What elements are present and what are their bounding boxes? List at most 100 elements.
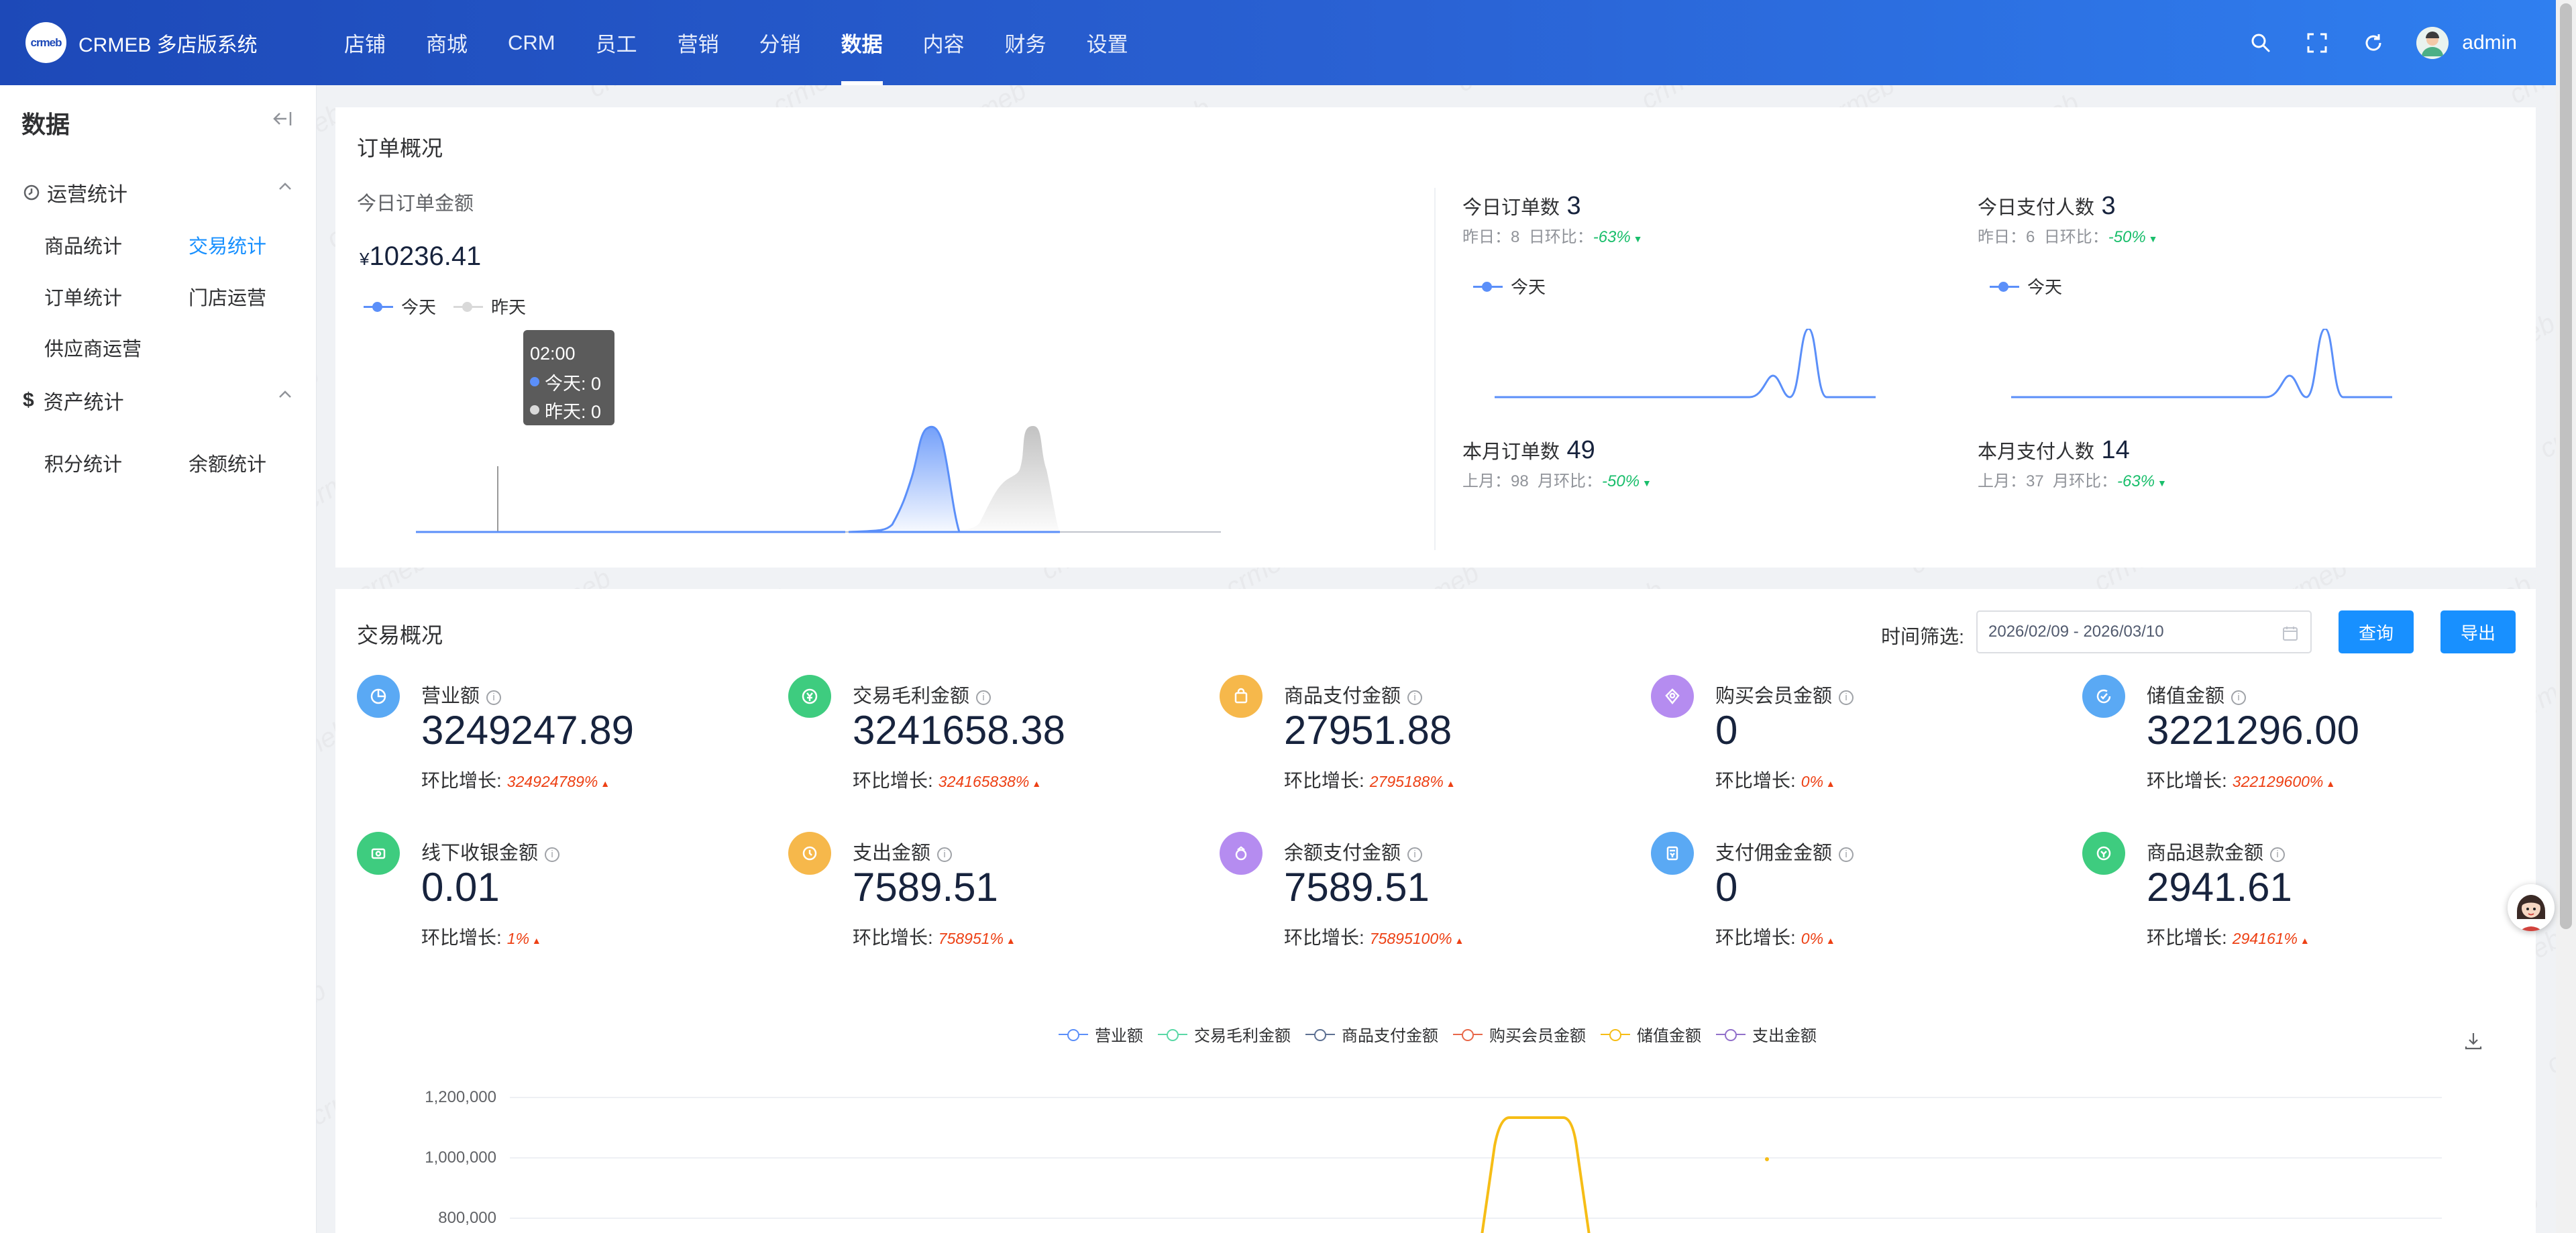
legend-today[interactable]: 今天: [364, 294, 436, 319]
tooltip-time: 02:00: [530, 343, 576, 364]
nav-settings[interactable]: 设置: [1067, 0, 1148, 85]
nav-marketing[interactable]: 营销: [657, 0, 739, 85]
chevron-up-icon: [279, 182, 291, 190]
stat-value: 0.01: [421, 865, 500, 910]
legend-stored-value[interactable]: 储值金额: [1601, 1022, 1701, 1046]
stat-value: 27951.88: [1284, 708, 1452, 753]
calendar-icon: [2283, 627, 2298, 641]
stat-growth: 环比增长: 75895100% ▲: [1284, 927, 1464, 948]
today-order-amount-value: 10236.41: [369, 242, 482, 271]
section-divider: [1434, 188, 1436, 550]
nav-content[interactable]: 内容: [903, 0, 985, 85]
stat-growth: 环比增长: 0% ▲: [1715, 927, 1835, 948]
nav-finance[interactable]: 财务: [985, 0, 1067, 85]
info-icon[interactable]: i: [1839, 847, 1854, 862]
stat-label: 商品退款金额: [2147, 843, 2264, 864]
info-icon[interactable]: i: [545, 847, 560, 862]
stat-label: 交易毛利金额: [853, 686, 970, 707]
pie-chart-icon: [357, 675, 400, 718]
sidebar-item-balance-stats[interactable]: 余额统计: [189, 449, 266, 477]
month-payers-compare: 上月：37 月环比：-63% ▼: [1978, 472, 2167, 490]
stat-label: 营业额: [421, 686, 480, 707]
stat-value: 0: [1715, 708, 1738, 753]
brand-logo[interactable]: crmeb CRMEB 多店版系统: [25, 22, 324, 63]
stat-value: 3249247.89: [421, 708, 634, 753]
page-scrollbar-track[interactable]: [2556, 0, 2576, 1233]
info-icon[interactable]: i: [2231, 690, 2247, 705]
today-payers-stat: 今日支付人数 3 昨日：6 日环比：-50% ▼: [1978, 192, 2157, 247]
today-payers-sparkline[interactable]: [2011, 329, 2394, 403]
sidebar-group-operations[interactable]: 运营统计: [23, 178, 291, 207]
legend-product-payment[interactable]: 商品支付金额: [1305, 1022, 1438, 1046]
sidebar-group-label: 运营统计: [47, 184, 127, 206]
clock-icon: [23, 184, 40, 201]
legend-membership[interactable]: 购买会员金额: [1453, 1022, 1586, 1046]
month-orders-value: 49: [1566, 436, 1595, 464]
customer-service-avatar[interactable]: [2508, 884, 2555, 931]
month-orders-label: 本月订单数: [1462, 441, 1560, 463]
today-orders-legend[interactable]: 今天: [1473, 274, 1546, 299]
sidebar: 数据 运营统计 商品统计 交易统计 订单统计 门店运营 供应商运营 $ 资产统计…: [0, 85, 317, 1233]
user-menu[interactable]: admin: [2416, 26, 2517, 59]
today-payers-compare: 昨日：6 日环比：-50% ▼: [1978, 228, 2158, 246]
info-icon[interactable]: i: [1839, 690, 1854, 705]
sidebar-item-trade-stats[interactable]: 交易统计: [189, 231, 266, 259]
refresh-icon[interactable]: [2360, 30, 2387, 56]
money-icon: [788, 675, 831, 718]
info-icon[interactable]: i: [976, 690, 991, 705]
fullscreen-icon[interactable]: [2304, 30, 2330, 56]
today-orders-sparkline[interactable]: [1495, 329, 1877, 403]
expense-icon: [788, 832, 831, 875]
today-area: [848, 425, 961, 533]
top-header: crmeb CRMEB 多店版系统 店铺 商城 CRM 员工 营销 分销 数据 …: [0, 0, 2556, 85]
sidebar-item-supplier-ops[interactable]: 供应商运营: [44, 333, 142, 362]
sidebar-item-product-stats[interactable]: 商品统计: [44, 231, 122, 259]
sidebar-item-points-stats[interactable]: 积分统计: [44, 449, 122, 477]
stat-value: 7589.51: [1284, 865, 1430, 910]
y-tick-1000000: 1,000,000: [425, 1148, 496, 1167]
info-icon[interactable]: i: [1407, 847, 1423, 862]
nav-distribution[interactable]: 分销: [739, 0, 821, 85]
query-button[interactable]: 查询: [2339, 610, 2414, 653]
today-order-amount-label: 今日订单金额: [357, 193, 474, 215]
stat-label: 支出金额: [853, 843, 931, 864]
page-scrollbar-thumb[interactable]: [2560, 3, 2572, 929]
collapse-sidebar-icon[interactable]: [273, 111, 292, 130]
trade-overview-card: 交易概况 时间筛选: 2026/02/09 - 2026/03/10 查询 导出…: [335, 589, 2536, 1233]
stat-growth: 环比增长: 324924789% ▲: [421, 770, 610, 791]
today-payers-label: 今日支付人数: [1978, 197, 2095, 219]
nav-shop[interactable]: 店铺: [324, 0, 406, 85]
legend-yesterday[interactable]: 昨天: [453, 294, 526, 319]
search-icon[interactable]: [2247, 30, 2274, 56]
legend-gross-profit[interactable]: 交易毛利金额: [1158, 1022, 1291, 1046]
today-payers-legend[interactable]: 今天: [1990, 274, 2062, 299]
export-button[interactable]: 导出: [2440, 610, 2516, 653]
sidebar-group-assets[interactable]: $ 资产统计: [23, 386, 291, 415]
stat-label: 储值金额: [2147, 686, 2225, 707]
info-icon[interactable]: i: [1407, 690, 1423, 705]
brand-name: CRMEB 多店版系统: [78, 34, 258, 56]
nav-staff[interactable]: 员工: [576, 0, 657, 85]
stat-growth: 环比增长: 758951% ▲: [853, 927, 1016, 948]
date-range-picker[interactable]: 2026/02/09 - 2026/03/10: [1976, 610, 2312, 653]
info-icon[interactable]: i: [937, 847, 953, 862]
currency-symbol: ¥: [360, 249, 370, 269]
stored-value-point: [1765, 1157, 1769, 1161]
tooltip-today: 今天: 0: [530, 368, 608, 396]
stat-growth: 环比增长: 322129600% ▲: [2147, 770, 2336, 791]
trade-trend-chart[interactable]: [510, 1085, 2455, 1233]
sidebar-item-order-stats[interactable]: 订单统计: [44, 282, 122, 311]
nav-crm[interactable]: CRM: [488, 0, 576, 85]
month-orders-stat: 本月订单数 49 上月：98 月环比：-50% ▼: [1462, 436, 1652, 491]
sidebar-item-store-ops[interactable]: 门店运营: [189, 282, 266, 311]
refund-icon: [2082, 832, 2125, 875]
nav-data[interactable]: 数据: [821, 0, 903, 85]
info-icon[interactable]: i: [2270, 847, 2286, 862]
legend-revenue[interactable]: 营业额: [1059, 1022, 1143, 1046]
download-icon[interactable]: [2463, 1030, 2483, 1054]
legend-expense[interactable]: 支出金额: [1716, 1022, 1817, 1046]
nav-mall[interactable]: 商城: [406, 0, 488, 85]
y-tick-800000: 800,000: [438, 1209, 496, 1227]
info-icon[interactable]: i: [486, 690, 502, 705]
stat-label: 支付佣金金额: [1715, 843, 1833, 864]
